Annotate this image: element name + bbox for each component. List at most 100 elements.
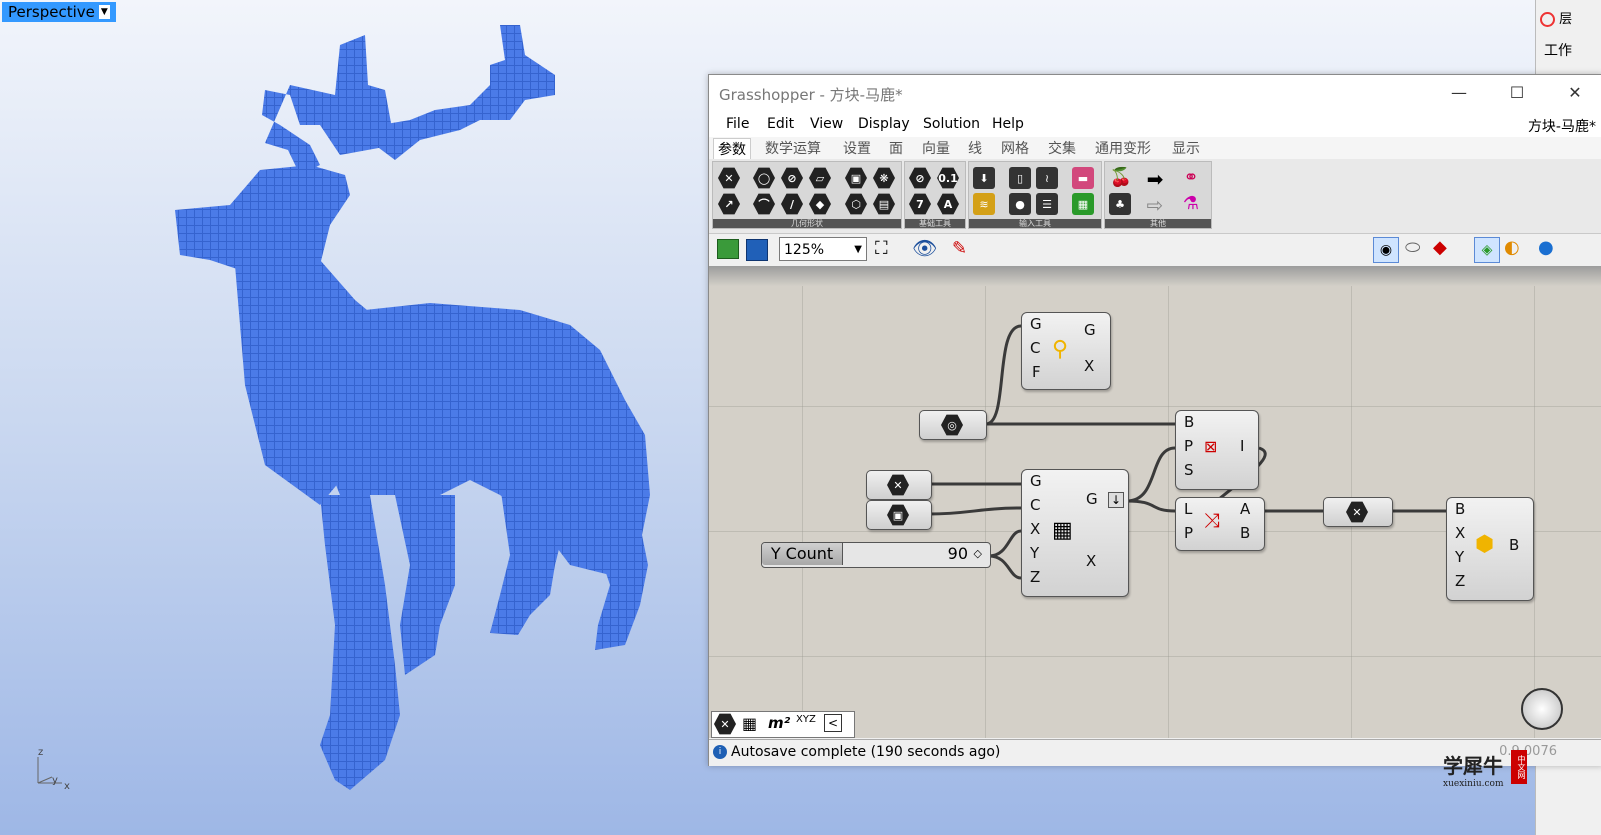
document-name[interactable]: 方块-马鹿* (1528, 116, 1596, 136)
value-list-icon[interactable]: ☰ (1036, 193, 1058, 215)
vector-param-icon[interactable]: ↗ (718, 193, 740, 215)
text-param-icon[interactable]: A (937, 193, 959, 215)
menu-edit[interactable]: Edit (767, 116, 794, 132)
grid-icon: ▦ (1052, 518, 1073, 543)
flask-icon[interactable]: ⚗ (1179, 193, 1203, 217)
param-geometry[interactable]: ✕ (866, 470, 932, 500)
zoom-select[interactable]: 125% ▼ (779, 237, 867, 261)
navigation-compass-icon[interactable] (1521, 688, 1563, 730)
menu-view[interactable]: View (810, 116, 843, 132)
tab-vector[interactable]: 向量 (922, 138, 950, 158)
input-g: G (1030, 472, 1042, 490)
tab-params[interactable]: 参数 (713, 138, 751, 159)
tab-mesh[interactable]: 网格 (1001, 138, 1029, 158)
graft-arrow-icon[interactable]: ↓ (1108, 492, 1125, 508)
gradient-icon[interactable]: ▬ (1072, 167, 1094, 189)
brep-param-icon[interactable]: ⬡ (845, 193, 867, 215)
menu-help[interactable]: Help (992, 116, 1024, 132)
menu-bar: File Edit View Display Solution Help 方块-… (709, 113, 1601, 137)
param-box[interactable]: ▣ (866, 500, 932, 530)
preview-selected-icon[interactable]: ◆ (1433, 237, 1447, 258)
close-button[interactable]: ✕ (1560, 83, 1590, 102)
save-file-icon[interactable] (746, 239, 768, 261)
mesh-param-icon[interactable]: ❋ (873, 167, 895, 189)
component-grid[interactable]: G C X Y Z G X ↓ ▦ (1021, 469, 1129, 597)
input-z: Z (1455, 572, 1466, 590)
tab-sets[interactable]: 设置 (843, 138, 871, 158)
tab-display[interactable]: 显示 (1172, 138, 1200, 158)
xyz-mini-icon[interactable]: XYZ (796, 714, 816, 725)
tab-transform[interactable]: 通用变形 (1095, 138, 1151, 158)
work-tab[interactable]: 工作 (1544, 40, 1572, 60)
menu-solution[interactable]: Solution (923, 116, 980, 132)
input-s: S (1184, 461, 1194, 479)
import-icon[interactable]: ⬇ (973, 167, 995, 189)
gh-canvas[interactable]: G C F G X ⚲ ◎ ✕ ▣ Y Count 90 ◇ G C X Y Z… (709, 286, 1601, 738)
tree-icon[interactable]: ♣ (1109, 193, 1131, 215)
title-bar[interactable]: Grasshopper - 方块-马鹿* — ☐ ✕ (709, 75, 1601, 113)
ribbon-group-primitive-label: 基础工具 (905, 219, 965, 228)
preview-wire-icon[interactable]: ◉ (1373, 237, 1399, 263)
panel-icon[interactable]: ▯ (1009, 167, 1031, 189)
component-dispatch[interactable]: L P A B ⤨ (1175, 497, 1265, 551)
param-geometry-output[interactable]: ✕ (1323, 497, 1393, 527)
material-icon[interactable]: ◐ (1504, 237, 1520, 258)
curve-param-icon[interactable]: ⊘ (781, 167, 803, 189)
component-tabs: 参数 数学运算 设置 面 向量 线 网格 交集 通用变形 显示 (709, 137, 1601, 159)
collapse-icon[interactable]: < (824, 714, 842, 732)
component-point-in-brep[interactable]: B P S I ⊠ (1175, 410, 1259, 490)
input-c: C (1030, 496, 1041, 514)
plane-param-icon[interactable]: ◆ (809, 193, 831, 215)
tab-curve[interactable]: 线 (968, 138, 982, 158)
dispatch-icon: ⤨ (1204, 508, 1220, 532)
sphere-icon[interactable]: ● (1538, 237, 1554, 258)
sketch-pen-icon[interactable]: ✎ (952, 238, 967, 259)
geometry-param-icon[interactable]: ✕ (718, 167, 740, 189)
digit-scroller-icon[interactable]: ≀ (1036, 167, 1058, 189)
tab-surface[interactable]: 面 (889, 138, 903, 158)
preview-eye-icon[interactable]: 👁 (912, 236, 937, 260)
maximize-button[interactable]: ☐ (1502, 83, 1532, 102)
field-param-icon[interactable]: ▤ (873, 193, 895, 215)
input-y: Y (1455, 548, 1465, 566)
number-param-icon[interactable]: 0.1 (937, 167, 959, 189)
menu-display[interactable]: Display (858, 116, 910, 132)
geometry-mini-icon[interactable]: ✕ (714, 713, 736, 735)
area-mini-icon[interactable]: m² (768, 714, 790, 732)
viewport-menu-arrow[interactable]: ▼ (98, 5, 110, 19)
layers-tab[interactable]: 层 (1540, 8, 1572, 27)
axis-y-label: y (52, 775, 58, 786)
y-count-slider[interactable]: Y Count 90 ◇ (761, 542, 991, 568)
button-icon[interactable]: ● (1009, 193, 1031, 215)
viewport-label[interactable]: Perspective ▼ (2, 2, 116, 22)
param-spiral[interactable]: ◎ (919, 410, 987, 440)
output-b: B (1509, 536, 1520, 554)
axis-z-label: z (38, 747, 43, 758)
grid-mini-icon[interactable]: ▦ (742, 714, 757, 733)
matrix-icon[interactable]: ▦ (1072, 193, 1094, 215)
boolean-param-icon[interactable]: ⊘ (909, 167, 931, 189)
link-icon[interactable]: ⚭ (1179, 167, 1203, 191)
zoom-extents-icon[interactable]: ⛶ (875, 238, 888, 259)
graph-mapper-icon[interactable]: ≋ (973, 193, 995, 215)
component-top[interactable]: G C F G X ⚲ (1021, 312, 1111, 390)
component-center-box[interactable]: B X Y Z B ⬢ (1446, 497, 1534, 601)
surface-param-icon[interactable]: ▱ (809, 167, 831, 189)
mesh-quality-icon[interactable]: ◈ (1474, 237, 1500, 263)
slider-handle-icon[interactable]: ◇ (974, 547, 982, 560)
box-param-icon[interactable]: ▣ (845, 167, 867, 189)
menu-file[interactable]: File (726, 116, 749, 132)
minimize-button[interactable]: — (1444, 83, 1474, 102)
cherry-icon[interactable]: 🍒 (1109, 167, 1133, 191)
preview-shaded-icon[interactable]: ⬭ (1405, 237, 1420, 258)
integer-param-icon[interactable]: 7 (909, 193, 931, 215)
tab-maths[interactable]: 数学运算 (765, 138, 821, 158)
circle-param-icon[interactable]: ◯ (753, 167, 775, 189)
line-param-icon[interactable]: ∕ (781, 193, 803, 215)
tab-intersect[interactable]: 交集 (1048, 138, 1076, 158)
open-file-icon[interactable] (717, 239, 739, 259)
arrow-outline-icon[interactable]: ⇨ (1143, 193, 1167, 217)
arc-param-icon[interactable]: ⌒ (753, 193, 775, 215)
viewport-name: Perspective (8, 3, 95, 21)
arrow-right-icon[interactable]: ➡ (1143, 167, 1167, 191)
